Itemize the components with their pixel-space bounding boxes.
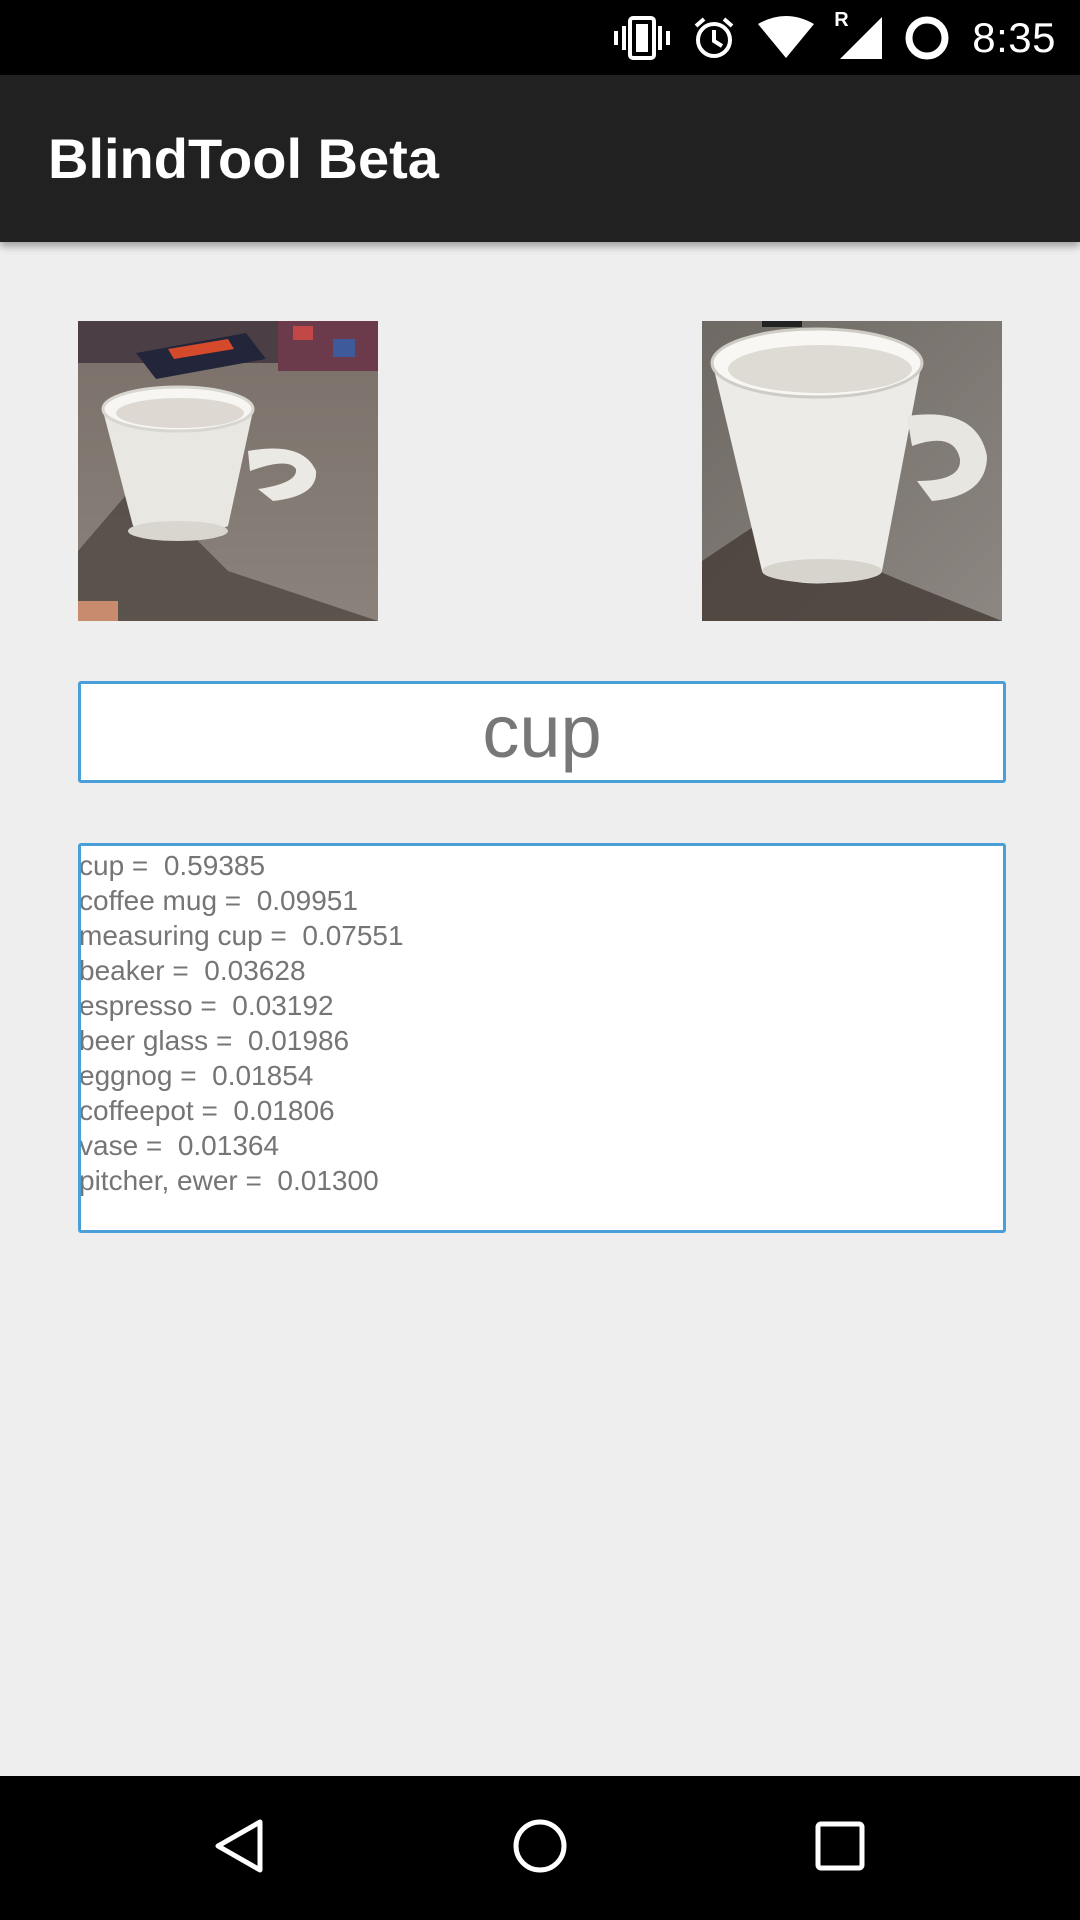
predictions-rows: cup = 0.59385 coffee mug = 0.09951 measuri… xyxy=(79,846,1003,1198)
top-prediction-label: cup xyxy=(482,690,602,773)
home-icon xyxy=(510,1816,570,1881)
back-button[interactable] xyxy=(160,1776,320,1920)
battery-charging-icon xyxy=(904,15,950,61)
roaming-indicator: R xyxy=(834,8,849,31)
prediction-row: pitcher, ewer = 0.01300 xyxy=(79,1165,379,1196)
prediction-row: coffee mug = 0.09951 xyxy=(79,885,358,916)
top-prediction-field: cup xyxy=(78,681,1006,783)
recents-icon xyxy=(810,1816,870,1881)
wifi-icon xyxy=(758,15,815,60)
camera-frame-cropped-image xyxy=(702,321,1002,621)
prediction-row: measuring cup = 0.07551 xyxy=(79,920,404,951)
alarm-icon xyxy=(692,16,736,60)
vibrate-icon xyxy=(614,15,671,60)
navigation-bar xyxy=(0,1776,1080,1920)
prediction-row: vase = 0.01364 xyxy=(79,1130,280,1161)
prediction-row: beer glass = 0.01986 xyxy=(79,1025,350,1056)
prediction-row: cup = 0.59385 xyxy=(79,850,266,881)
app-bar: BlindTool Beta xyxy=(0,75,1080,242)
status-icons: R 8:35 xyxy=(614,0,1056,75)
cell-signal-roaming-icon: R xyxy=(834,9,883,61)
status-bar: R 8:35 xyxy=(0,0,1080,75)
prediction-row: espresso = 0.03192 xyxy=(79,990,334,1021)
home-button[interactable] xyxy=(460,1776,620,1920)
prediction-row: beaker = 0.03628 xyxy=(79,955,306,986)
app-title: BlindTool Beta xyxy=(48,127,439,190)
back-icon xyxy=(210,1816,270,1881)
clock: 8:35 xyxy=(972,13,1056,61)
recents-button[interactable] xyxy=(760,1776,920,1920)
prediction-row: eggnog = 0.01854 xyxy=(79,1060,314,1091)
prediction-row: coffeepot = 0.01806 xyxy=(79,1095,335,1126)
predictions-list[interactable]: cup = 0.59385 coffee mug = 0.09951 measuri… xyxy=(78,843,1006,1233)
camera-frame-wide-image xyxy=(78,321,378,621)
